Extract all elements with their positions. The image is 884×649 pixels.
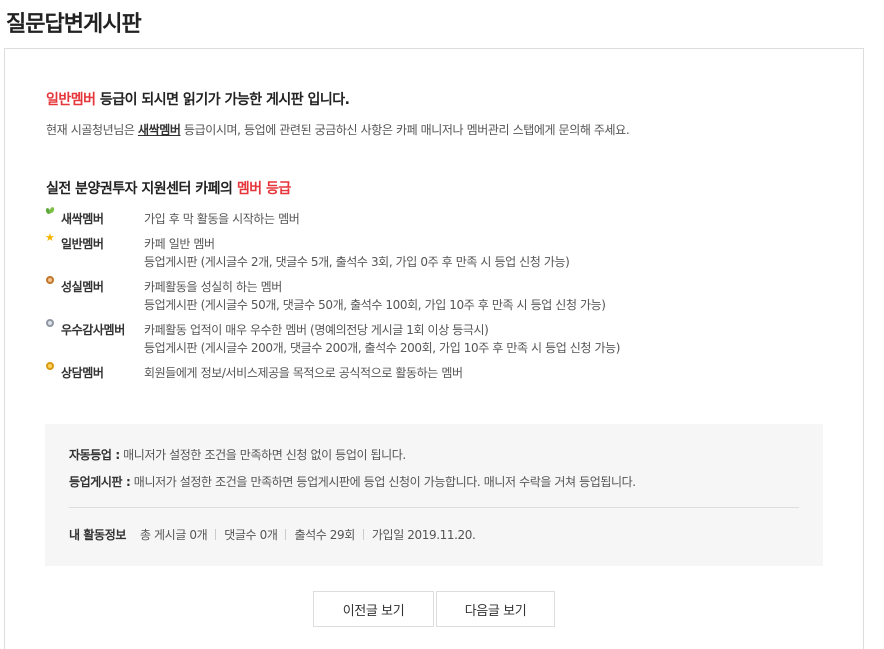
bronze-medal-icon (46, 276, 54, 284)
post-count: 총 게시글 0개 (139, 528, 208, 542)
join-date: 가입일 2019.11.20. (371, 528, 476, 542)
attendance-count: 출석수 29회 (294, 528, 355, 542)
gold-medal-icon (46, 362, 54, 370)
board-levelup-info: 등업게시판 : 매니저가 설정한 조건을 만족하면 등업게시판에 등업 신청이 … (69, 473, 636, 490)
current-grade: 새싹멤버 (137, 123, 181, 137)
board-levelup-label: 등업게시판 : (69, 475, 131, 489)
notice-title-text: 등급이 되시면 읽기가 가능한 게시판 입니다. (95, 92, 350, 108)
page-title: 질문답변게시판 (6, 12, 142, 37)
grade-desc-line1: 회원들에게 정보/서비스제공을 목적으로 공식적으로 활동하는 멤버 (144, 366, 463, 380)
grade-desc-line2: 등업게시판 (게시글수 2개, 댓글수 5개, 출석수 3회, 가입 0주 후 … (144, 255, 570, 269)
divider (69, 507, 799, 508)
required-grade: 일반멤버 (46, 92, 96, 108)
grade-desc-line2: 등업게시판 (게시글수 200개, 댓글수 200개, 출석수 200회, 가입… (144, 341, 621, 355)
grade-item-consult: 상담멤버 회원들에게 정보/서비스제공을 목적으로 공식적으로 활동하는 멤버 (45, 361, 825, 382)
grades-title-highlight: 멤버 등급 (236, 181, 291, 197)
grade-desc: 회원들에게 정보/서비스제공을 목적으로 공식적으로 활동하는 멤버 (144, 361, 463, 382)
grade-name: 일반멤버 (61, 237, 104, 251)
grade-name: 새싹멤버 (61, 212, 104, 226)
auto-levelup-info: 자동등업 : 매니저가 설정한 조건을 만족하면 신청 없이 등업이 됩니다. (69, 446, 406, 463)
grade-desc: 가입 후 막 활동을 시작하는 멤버 (144, 207, 300, 228)
grade-desc-line1: 가입 후 막 활동을 시작하는 멤버 (144, 212, 300, 226)
grade-desc-line2: 등업게시판 (게시글수 50개, 댓글수 50개, 출석수 100회, 가입 1… (144, 298, 606, 312)
separator (215, 529, 217, 540)
sprout-icon (45, 207, 61, 225)
separator (285, 529, 287, 540)
grade-desc: 카페활동 업적이 매우 우수한 멤버 (명예의전당 게시글 1회 이상 등극시)… (144, 318, 620, 357)
auto-levelup-label: 자동등업 : (69, 448, 120, 462)
grade-item-diligent: 성실멤버 카페활동을 성실히 하는 멤버등업게시판 (게시글수 50개, 댓글수… (45, 275, 825, 314)
grade-item-general: ★ 일반멤버 카페 일반 멤버등업게시판 (게시글수 2개, 댓글수 5개, 출… (45, 232, 825, 271)
prev-post-button[interactable]: 이전글 보기 (313, 591, 434, 627)
grade-item-excellent: 우수감사멤버 카페활동 업적이 매우 우수한 멤버 (명예의전당 게시글 1회 … (45, 318, 825, 357)
notice-description: 현재 시골청년님은 새싹멤버 등급이시며, 등업에 관련된 궁금하신 사항은 카… (46, 121, 630, 138)
grade-desc: 카페활동을 성실히 하는 멤버등업게시판 (게시글수 50개, 댓글수 50개,… (144, 275, 606, 314)
levelup-info-box: 자동등업 : 매니저가 설정한 조건을 만족하면 신청 없이 등업이 됩니다. … (45, 424, 823, 566)
grades-title-prefix: 실전 분양권투자 지원센터 카페의 (46, 181, 237, 197)
grade-icon-wrap (45, 361, 61, 379)
grades-section-title: 실전 분양권투자 지원센터 카페의 멤버 등급 (46, 178, 291, 198)
grade-desc-line1: 카페활동을 성실히 하는 멤버 (144, 280, 282, 294)
grade-desc: 카페 일반 멤버등업게시판 (게시글수 2개, 댓글수 5개, 출석수 3회, … (144, 232, 570, 271)
grade-name: 우수감사멤버 (61, 323, 125, 337)
my-activity-info: 내 활동정보 총 게시글 0개 댓글수 0개 출석수 29회 가입일 2019.… (69, 526, 476, 543)
next-post-button[interactable]: 다음글 보기 (436, 591, 555, 627)
grade-icon-wrap (45, 318, 61, 336)
grade-item-sprout: 새싹멤버 가입 후 막 활동을 시작하는 멤버 (45, 207, 825, 228)
grade-name: 상담멤버 (61, 366, 104, 380)
comment-count: 댓글수 0개 (224, 528, 278, 542)
grade-desc-line1: 카페활동 업적이 매우 우수한 멤버 (명예의전당 게시글 1회 이상 등극시) (144, 323, 489, 337)
notice-desc-prefix: 현재 시골청년님은 (46, 123, 138, 137)
separator (362, 529, 364, 540)
grade-icon-wrap (45, 275, 61, 293)
board-levelup-text: 매니저가 설정한 조건을 만족하면 등업게시판에 등업 신청이 가능합니다. 매… (130, 475, 636, 489)
silver-medal-icon (46, 319, 54, 327)
auto-levelup-text: 매니저가 설정한 조건을 만족하면 신청 없이 등업이 됩니다. (119, 448, 406, 462)
notice-desc-suffix: 등급이시며, 등업에 관련된 궁금하신 사항은 카페 매니저나 멤버관리 스탭에… (180, 123, 630, 137)
star-icon: ★ (45, 231, 55, 244)
grade-name: 성실멤버 (61, 280, 104, 294)
notice-title: 일반멤버 등급이 되시면 읽기가 가능한 게시판 입니다. (46, 89, 350, 109)
grade-list: 새싹멤버 가입 후 막 활동을 시작하는 멤버 ★ 일반멤버 카페 일반 멤버등… (45, 207, 825, 386)
activity-label: 내 활동정보 (69, 528, 126, 542)
grade-desc-line1: 카페 일반 멤버 (144, 237, 215, 251)
grade-notice-panel: 일반멤버 등급이 되시면 읽기가 가능한 게시판 입니다. 현재 시골청년님은 … (4, 48, 864, 649)
